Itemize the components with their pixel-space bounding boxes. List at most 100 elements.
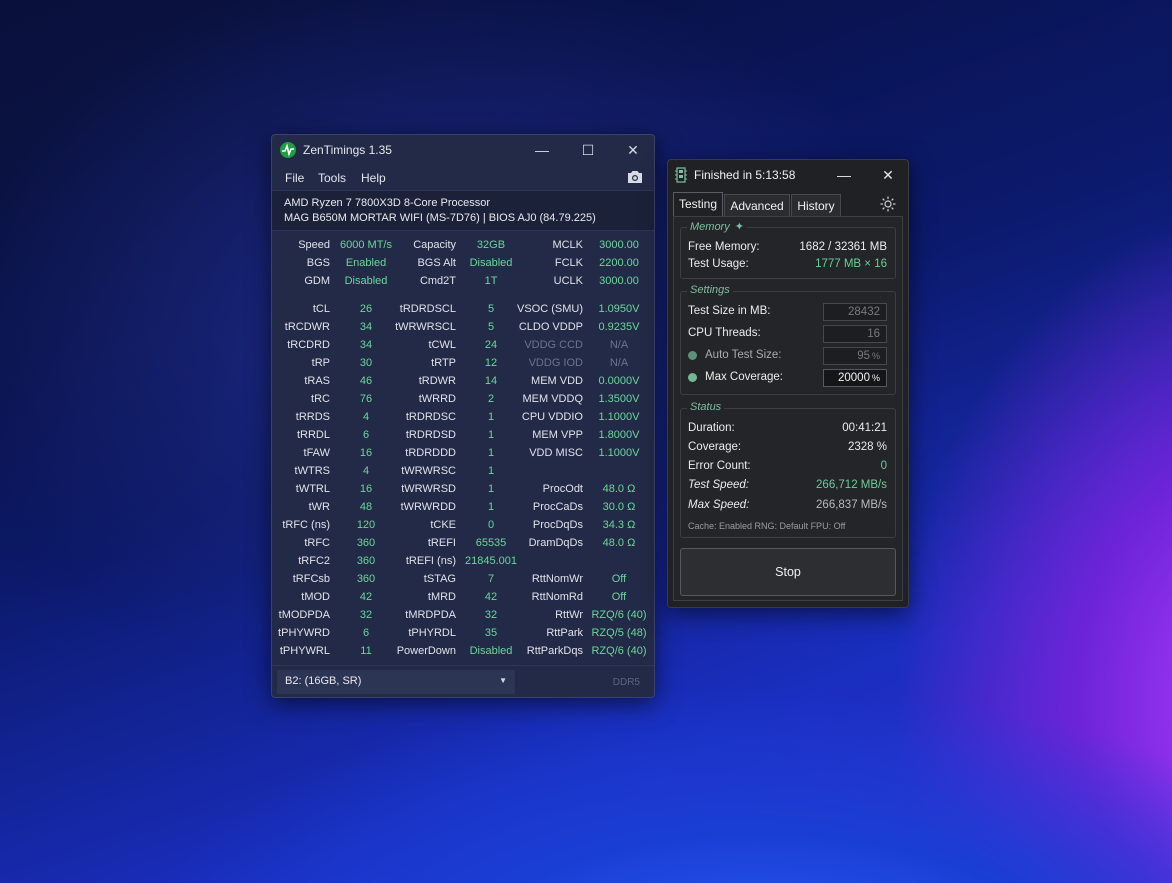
timing-label-2: tMRDPDA bbox=[405, 609, 456, 621]
test-size-input[interactable]: 28432 bbox=[823, 303, 887, 321]
timing-value-3: RZQ/6 (40) bbox=[591, 609, 647, 621]
timing-label-3: ProcOdt bbox=[542, 483, 583, 495]
timing-value-1: 360 bbox=[356, 573, 376, 585]
board-name: MAG B650M MORTAR WIFI (MS-7D76) | BIOS A… bbox=[284, 212, 596, 224]
timing-label-3: RttNomRd bbox=[531, 591, 583, 603]
timing-value-2: 65535 bbox=[475, 537, 507, 549]
stop-button[interactable]: Stop bbox=[680, 548, 896, 596]
screenshot-camera-icon[interactable] bbox=[626, 169, 644, 185]
max-coverage-row: Max Coverage: bbox=[705, 371, 815, 387]
timing-value-3: N/A bbox=[609, 339, 629, 351]
max-speed-label: Max Speed: bbox=[688, 499, 750, 511]
test-usage-value: 1777 MB × 16 bbox=[815, 258, 887, 270]
timing-value-1: 6000 MT/s bbox=[340, 239, 392, 251]
timing-value-1: 4 bbox=[362, 411, 370, 423]
test-speed-row: Test Speed: 266,712 MB/s bbox=[688, 479, 887, 495]
timing-value-3: 1.0950V bbox=[598, 303, 640, 315]
menu-help[interactable]: Help bbox=[361, 171, 386, 185]
duration-row: Duration: 00:41:21 bbox=[688, 422, 887, 438]
timing-value-3: 1.3500V bbox=[598, 393, 640, 405]
menu-tools[interactable]: Tools bbox=[318, 171, 346, 185]
max-coverage-radio[interactable] bbox=[688, 373, 697, 382]
menu-bar: File Tools Help bbox=[272, 167, 654, 189]
timing-value-3: RZQ/6 (40) bbox=[591, 645, 647, 657]
timing-label-3: ProcDqDs bbox=[532, 519, 583, 531]
timing-value-3: Off bbox=[611, 573, 627, 585]
free-memory-value: 1682 / 32361 MB bbox=[799, 241, 887, 253]
timing-value-2: 42 bbox=[484, 591, 498, 603]
timing-label-2: tRDRDSD bbox=[405, 429, 456, 441]
menu-file[interactable]: File bbox=[285, 171, 304, 185]
timing-value-1: 120 bbox=[356, 519, 376, 531]
test-usage-label: Test Usage: bbox=[688, 258, 749, 270]
settings-group-title: Settings bbox=[687, 284, 733, 296]
memory-group-title: Memory ✦ bbox=[687, 220, 748, 233]
cpu-threads-input[interactable]: 16 bbox=[823, 325, 887, 343]
test-speed-value: 266,712 MB/s bbox=[816, 479, 887, 491]
timing-label-2: tWRWRSD bbox=[401, 483, 456, 495]
tab-history[interactable]: History bbox=[791, 194, 841, 216]
maximize-button[interactable]: ☐ bbox=[565, 135, 611, 165]
close-button[interactable]: ✕ bbox=[610, 135, 656, 165]
close-button[interactable]: ✕ bbox=[866, 160, 910, 190]
timing-label-1: tPHYWRD bbox=[278, 627, 330, 639]
window-title: ZenTimings 1.35 bbox=[303, 143, 392, 157]
timing-value-2: 32GB bbox=[476, 239, 506, 251]
timing-value-3: 1.8000V bbox=[598, 429, 640, 441]
max-coverage-input[interactable]: 20000% bbox=[823, 369, 887, 387]
timing-label-3: RttParkDqs bbox=[526, 645, 583, 657]
memory-group: Memory ✦ Free Memory: 1682 / 32361 MB Te… bbox=[680, 220, 896, 279]
timing-value-2: Disabled bbox=[469, 257, 513, 269]
memory-chip-icon bbox=[675, 167, 687, 183]
status-group-title: Status bbox=[687, 401, 725, 413]
cpu-name: AMD Ryzen 7 7800X3D 8-Core Processor bbox=[284, 197, 491, 209]
timing-value-2: 14 bbox=[484, 375, 498, 387]
testmem-title: Finished in 5:13:58 bbox=[694, 168, 796, 182]
minimize-button[interactable]: — bbox=[519, 135, 565, 165]
zentimings-logo-icon bbox=[280, 142, 296, 158]
auto-test-label: Auto Test Size: bbox=[705, 349, 782, 361]
timing-label-2: tWRWRDD bbox=[400, 501, 456, 513]
timing-value-1: 6 bbox=[362, 429, 370, 441]
timing-value-1: 32 bbox=[359, 609, 373, 621]
timing-value-2: 1 bbox=[487, 429, 495, 441]
zentimings-titlebar[interactable]: ZenTimings 1.35 — ☐ ✕ bbox=[272, 135, 654, 165]
timing-label-1: tRFCsb bbox=[292, 573, 330, 585]
timing-value-3: 1.1000V bbox=[598, 447, 640, 459]
coverage-label: Coverage: bbox=[688, 441, 742, 453]
minimize-button[interactable]: — bbox=[822, 160, 866, 190]
duration-value: 00:41:21 bbox=[842, 422, 887, 434]
dimm-select[interactable]: B2: (16GB, SR) ▼ bbox=[277, 670, 515, 694]
settings-group: Settings Test Size in MB: 28432 CPU Thre… bbox=[680, 284, 896, 395]
auto-test-size-radio[interactable] bbox=[688, 351, 697, 360]
free-memory-row: Free Memory: 1682 / 32361 MB bbox=[688, 241, 887, 257]
tab-advanced[interactable]: Advanced bbox=[724, 194, 790, 216]
timing-label-2: PowerDown bbox=[396, 645, 456, 657]
timing-label-2: Capacity bbox=[413, 239, 456, 251]
timing-label-3: VDDG IOD bbox=[528, 357, 583, 369]
timing-value-1: 46 bbox=[359, 375, 373, 387]
coverage-value: 2328 % bbox=[847, 441, 887, 453]
status-group: Status Duration: 00:41:21 Coverage: 2328… bbox=[680, 401, 896, 538]
timing-value-3: 3000.00 bbox=[599, 275, 639, 287]
timing-value-3: 0.9235V bbox=[598, 321, 640, 333]
tab-testing[interactable]: Testing bbox=[673, 192, 723, 216]
timing-label-1: tPHYWRL bbox=[279, 645, 330, 657]
cpu-info-panel: AMD Ryzen 7 7800X3D 8-Core Processor MAG… bbox=[272, 190, 654, 231]
timing-label-3: ProcCaDs bbox=[532, 501, 583, 513]
theme-sun-icon[interactable] bbox=[880, 196, 896, 212]
auto-test-input[interactable]: 95% bbox=[823, 347, 887, 365]
testing-panel: Memory ✦ Free Memory: 1682 / 32361 MB Te… bbox=[673, 216, 903, 601]
timing-value-2: 1 bbox=[487, 411, 495, 423]
test-size-label: Test Size in MB: bbox=[688, 305, 771, 317]
timing-label-1: tWTRS bbox=[294, 465, 330, 477]
timing-value-1: 360 bbox=[356, 555, 376, 567]
max-coverage-label: Max Coverage: bbox=[705, 371, 783, 383]
timing-value-1: 4 bbox=[362, 465, 370, 477]
timing-value-3: N/A bbox=[609, 357, 629, 369]
timing-value-1: 360 bbox=[356, 537, 376, 549]
sparkle-icon[interactable]: ✦ bbox=[735, 221, 744, 233]
timing-value-2: 1T bbox=[484, 275, 498, 287]
timing-label-3: MEM VDD bbox=[531, 375, 583, 387]
timing-label-3: MEM VDDQ bbox=[522, 393, 584, 405]
